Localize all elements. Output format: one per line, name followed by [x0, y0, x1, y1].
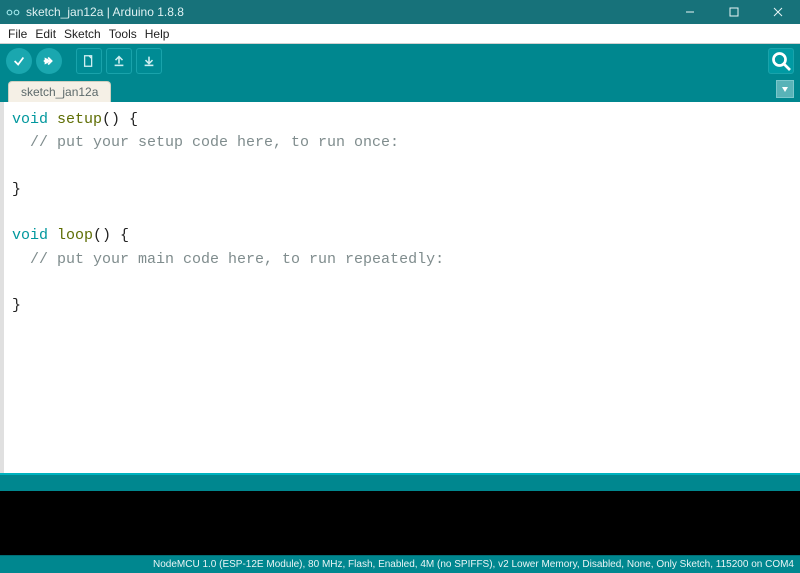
code-line: void setup() { — [12, 108, 792, 131]
title-bar: sketch_jan12a | Arduino 1.8.8 — [0, 0, 800, 24]
code-line: } — [12, 178, 792, 201]
code-line — [12, 155, 792, 178]
save-button[interactable] — [136, 48, 162, 74]
code-line: } — [12, 294, 792, 317]
tab-row: sketch_jan12a — [0, 78, 800, 102]
code-line — [12, 271, 792, 294]
maximize-button[interactable] — [712, 0, 756, 24]
status-text: NodeMCU 1.0 (ESP-12E Module), 80 MHz, Fl… — [153, 559, 794, 570]
code-line: // put your setup code here, to run once… — [12, 131, 792, 154]
console-output[interactable] — [0, 491, 800, 555]
menu-sketch[interactable]: Sketch — [60, 27, 105, 41]
window-title: sketch_jan12a | Arduino 1.8.8 — [26, 5, 668, 19]
new-button[interactable] — [76, 48, 102, 74]
menu-help[interactable]: Help — [141, 27, 174, 41]
upload-button[interactable] — [36, 48, 62, 74]
console-divider[interactable] — [0, 473, 800, 491]
status-bar: NodeMCU 1.0 (ESP-12E Module), 80 MHz, Fl… — [0, 555, 800, 573]
menu-bar: File Edit Sketch Tools Help — [0, 24, 800, 44]
verify-button[interactable] — [6, 48, 32, 74]
menu-tools[interactable]: Tools — [105, 27, 141, 41]
tab-sketch[interactable]: sketch_jan12a — [8, 81, 111, 102]
serial-monitor-button[interactable] — [768, 48, 794, 74]
menu-file[interactable]: File — [4, 27, 31, 41]
close-button[interactable] — [756, 0, 800, 24]
menu-edit[interactable]: Edit — [31, 27, 60, 41]
minimize-button[interactable] — [668, 0, 712, 24]
arduino-logo-icon — [6, 5, 20, 19]
code-line — [12, 201, 792, 224]
code-editor[interactable]: void setup() { // put your setup code he… — [0, 102, 800, 473]
tab-menu-button[interactable] — [776, 80, 794, 98]
code-line: void loop() { — [12, 224, 792, 247]
toolbar — [0, 44, 800, 78]
code-line: // put your main code here, to run repea… — [12, 248, 792, 271]
window-controls — [668, 0, 800, 24]
open-button[interactable] — [106, 48, 132, 74]
tab-label: sketch_jan12a — [21, 85, 98, 99]
